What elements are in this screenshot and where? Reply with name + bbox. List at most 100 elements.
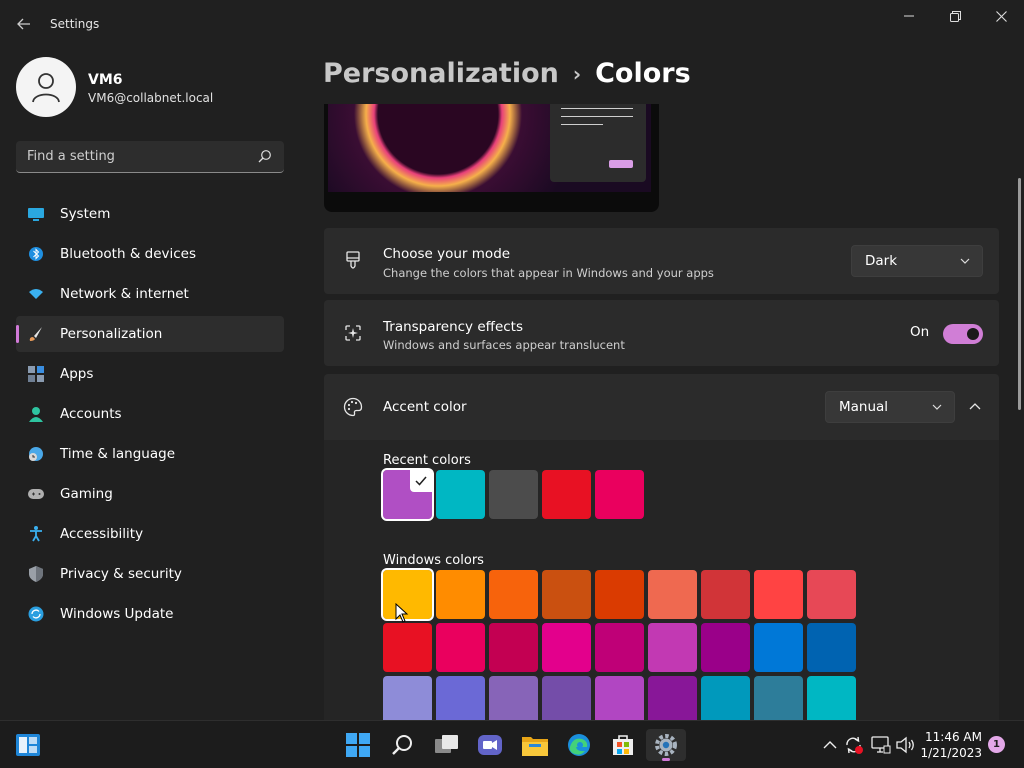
windows-color-swatch[interactable] xyxy=(489,676,538,720)
taskbar-search-button[interactable] xyxy=(383,729,423,761)
recent-color-swatch[interactable] xyxy=(381,468,434,521)
file-explorer-button[interactable] xyxy=(515,729,555,761)
settings-taskbar-button[interactable] xyxy=(646,729,686,761)
active-indicator xyxy=(662,758,670,761)
toggle-knob xyxy=(967,328,979,340)
breadcrumb: Personalization › Colors xyxy=(323,58,691,89)
network-tray-button[interactable] xyxy=(871,735,891,755)
windows-color-swatch[interactable] xyxy=(807,623,856,672)
sidebar-item-label: Windows Update xyxy=(60,606,174,622)
recent-color-swatch[interactable] xyxy=(542,470,591,519)
accent-dropdown[interactable]: Manual xyxy=(825,391,955,423)
windows-color-swatch[interactable] xyxy=(489,570,538,619)
scrollbar[interactable] xyxy=(1018,178,1021,410)
edge-icon xyxy=(568,734,590,756)
transparency-title: Transparency effects xyxy=(383,319,523,335)
recent-color-swatch[interactable] xyxy=(489,470,538,519)
windows-color-swatch[interactable] xyxy=(595,623,644,672)
notification-badge[interactable]: 1 xyxy=(988,736,1005,753)
recent-color-swatch[interactable] xyxy=(595,470,644,519)
recent-color-swatch[interactable] xyxy=(436,470,485,519)
windows-color-swatch[interactable] xyxy=(595,676,644,720)
toggle-state-label: On xyxy=(910,324,930,340)
windows-color-swatch[interactable] xyxy=(489,623,538,672)
volume-tray-button[interactable] xyxy=(896,735,916,755)
sidebar-item-accounts[interactable]: Accounts xyxy=(16,396,284,432)
restore-button[interactable] xyxy=(932,0,978,32)
sidebar-item-apps[interactable]: Apps xyxy=(16,356,284,392)
windows-color-swatch[interactable] xyxy=(436,570,485,619)
minimize-button[interactable] xyxy=(886,0,932,32)
sidebar-item-bluetooth[interactable]: Bluetooth & devices xyxy=(16,236,284,272)
windows-color-swatch[interactable] xyxy=(807,676,856,720)
sidebar-item-gaming[interactable]: Gaming xyxy=(16,476,284,512)
sidebar-item-network[interactable]: Network & internet xyxy=(16,276,284,312)
windows-color-swatch[interactable] xyxy=(701,623,750,672)
search-icon[interactable] xyxy=(258,149,272,163)
start-button[interactable] xyxy=(338,729,378,761)
clock[interactable]: 11:46 AM 1/21/2023 xyxy=(918,729,982,761)
mouse-cursor-icon xyxy=(395,603,409,623)
sidebar-item-privacy[interactable]: Privacy & security xyxy=(16,556,284,592)
breadcrumb-parent[interactable]: Personalization xyxy=(323,58,559,89)
windows-color-swatch[interactable] xyxy=(383,676,432,720)
windows-color-swatch[interactable] xyxy=(701,676,750,720)
accent-color-card[interactable]: Accent color Manual xyxy=(324,374,999,440)
windows-color-swatch[interactable] xyxy=(595,570,644,619)
clock-date: 1/21/2023 xyxy=(920,746,982,760)
windows-color-swatch[interactable] xyxy=(754,623,803,672)
sidebar-item-time-language[interactable]: Time & language xyxy=(16,436,284,472)
show-hidden-icons-button[interactable] xyxy=(820,735,840,755)
edge-button[interactable] xyxy=(559,729,599,761)
sidebar-item-windows-update[interactable]: Windows Update xyxy=(16,596,284,632)
windows-color-swatch[interactable] xyxy=(542,570,591,619)
store-icon xyxy=(613,735,633,755)
volume-icon xyxy=(896,736,914,754)
theme-preview xyxy=(324,104,659,212)
sidebar-item-personalization[interactable]: Personalization xyxy=(16,316,284,352)
widgets-button[interactable] xyxy=(8,729,48,761)
windows-color-swatch[interactable] xyxy=(754,676,803,720)
file-explorer-icon xyxy=(522,737,548,756)
windows-color-swatch[interactable] xyxy=(436,623,485,672)
windows-color-swatch[interactable] xyxy=(383,623,432,672)
minimize-icon xyxy=(904,15,914,17)
avatar[interactable] xyxy=(16,57,76,117)
sidebar-item-label: Personalization xyxy=(60,326,163,342)
search-icon xyxy=(392,735,412,755)
close-button[interactable] xyxy=(978,0,1024,32)
profile-name: VM6 xyxy=(88,72,123,88)
sidebar-item-system[interactable]: System xyxy=(16,196,284,232)
chat-button[interactable] xyxy=(470,729,510,761)
transparency-icon xyxy=(342,322,364,344)
profile-email: VM6@collabnet.local xyxy=(88,91,214,105)
transparency-toggle[interactable] xyxy=(943,324,983,344)
sync-status-button[interactable] xyxy=(844,735,864,755)
store-button[interactable] xyxy=(603,729,643,761)
windows-color-swatch[interactable] xyxy=(807,570,856,619)
chevron-down-icon xyxy=(960,258,970,264)
mode-title: Choose your mode xyxy=(383,246,511,262)
windows-color-swatch[interactable] xyxy=(542,676,591,720)
clock-time: 11:46 AM xyxy=(925,730,982,744)
windows-color-swatch[interactable] xyxy=(754,570,803,619)
windows-color-swatch[interactable] xyxy=(436,676,485,720)
mode-dropdown[interactable]: Dark xyxy=(851,245,983,277)
windows-color-swatch[interactable] xyxy=(648,570,697,619)
windows-color-swatch[interactable] xyxy=(542,623,591,672)
back-arrow-icon xyxy=(17,18,30,30)
system-icon xyxy=(28,206,44,222)
sidebar-item-label: Accounts xyxy=(60,406,122,422)
search-box[interactable] xyxy=(16,141,284,173)
search-input[interactable] xyxy=(16,141,246,171)
windows-color-swatch[interactable] xyxy=(701,570,750,619)
back-button[interactable] xyxy=(12,12,36,36)
collapse-button[interactable] xyxy=(960,392,990,422)
taskbar: 11:46 AM 1/21/2023 xyxy=(0,720,1024,768)
paint-brush-icon xyxy=(342,250,364,272)
sidebar-item-accessibility[interactable]: Accessibility xyxy=(16,516,284,552)
windows-color-swatch[interactable] xyxy=(648,623,697,672)
windows-color-swatch[interactable] xyxy=(648,676,697,720)
task-view-button[interactable] xyxy=(427,729,467,761)
transparency-subtitle: Windows and surfaces appear translucent xyxy=(383,338,625,352)
